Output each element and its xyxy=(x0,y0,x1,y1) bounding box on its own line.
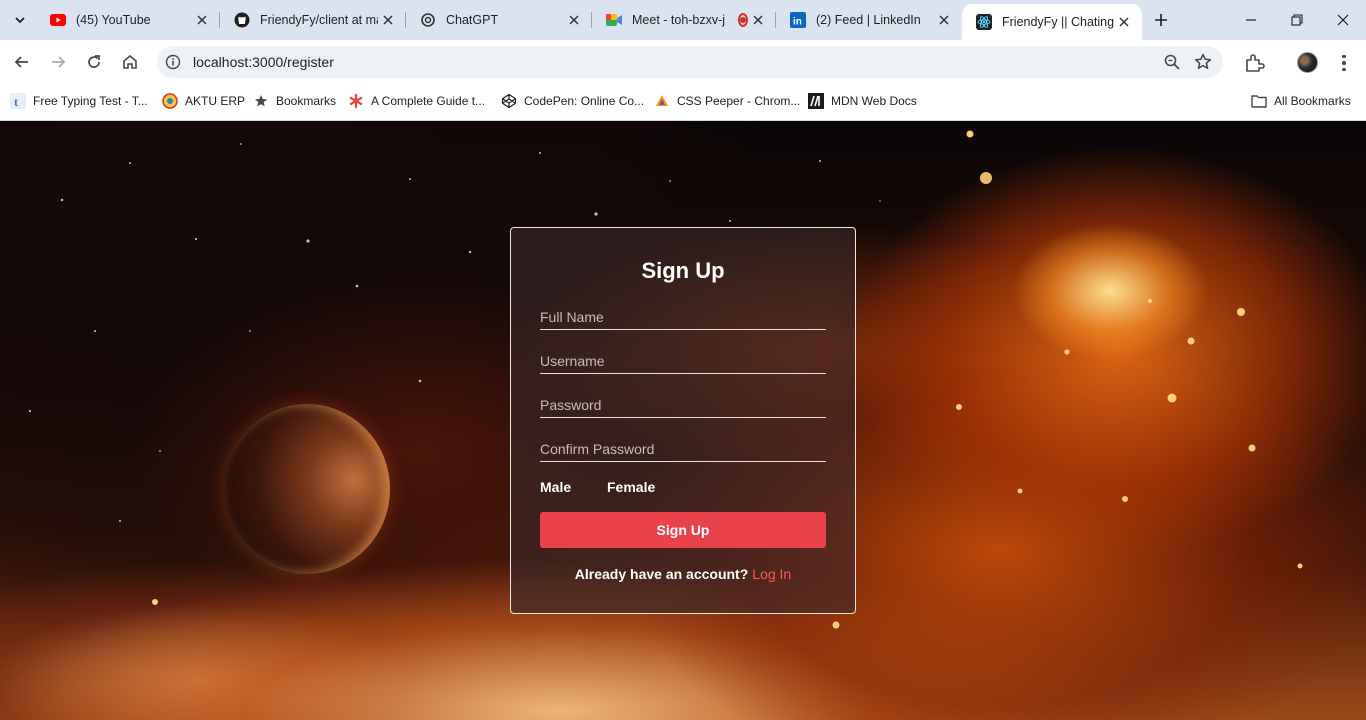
bookmark-label: CodePen: Online Co... xyxy=(524,94,645,108)
chevron-down-icon xyxy=(15,17,25,24)
chatgpt-icon xyxy=(420,12,436,28)
aktu-icon xyxy=(162,93,178,109)
google-meet-icon xyxy=(606,12,622,28)
bookmark-label: MDN Web Docs xyxy=(831,94,917,108)
tab-youtube[interactable]: (45) YouTube xyxy=(36,0,220,40)
close-tab-icon[interactable] xyxy=(378,10,398,30)
codepen-icon xyxy=(501,93,517,109)
tab-linkedin[interactable]: in (2) Feed | LinkedIn xyxy=(776,0,962,40)
info-icon[interactable] xyxy=(165,54,181,70)
tab-strip: (45) YouTube FriendyFy/client at ma Chat… xyxy=(0,0,1366,40)
restore-icon xyxy=(1291,14,1303,26)
bookmark-typing-test[interactable]: t Free Typing Test - T... xyxy=(10,92,148,110)
bookmark-star-icon[interactable] xyxy=(1193,52,1213,72)
svg-text:in: in xyxy=(793,17,802,28)
bookmark-label: A Complete Guide t... xyxy=(371,94,486,108)
asterisk-icon xyxy=(348,93,364,109)
close-icon xyxy=(1337,14,1349,26)
gender-female-option[interactable]: Female xyxy=(607,479,655,495)
restore-button[interactable] xyxy=(1274,0,1320,40)
tab-search-button[interactable] xyxy=(6,6,34,34)
close-window-button[interactable] xyxy=(1320,0,1366,40)
bookmark-css-peeper[interactable]: CSS Peeper - Chrom... xyxy=(654,92,800,110)
arrow-right-icon xyxy=(52,56,66,68)
bookmark-complete-guide[interactable]: A Complete Guide t... xyxy=(348,92,485,110)
bookmark-label: AKTU ERP xyxy=(185,94,246,108)
arrow-left-icon xyxy=(14,56,28,68)
css-peeper-icon xyxy=(654,93,670,109)
reload-button[interactable] xyxy=(80,48,108,76)
tab-title: FriendyFy || Chating A xyxy=(1002,15,1114,29)
linkedin-icon: in xyxy=(790,12,806,28)
plus-icon xyxy=(1155,14,1167,26)
page-background: Sign Up Male Female Sign Up Already have… xyxy=(0,121,1366,720)
close-tab-icon[interactable] xyxy=(564,10,584,30)
tab-title: Meet - toh-bzxv-j xyxy=(632,13,726,27)
tab-title: ChatGPT xyxy=(446,13,499,27)
home-icon xyxy=(123,54,137,69)
bookmark-label: Bookmarks xyxy=(276,94,337,108)
tab-friendyfy[interactable]: FriendyFy || Chating A xyxy=(962,4,1142,40)
confirm-password-input[interactable] xyxy=(540,436,826,462)
bookmark-folder-bookmarks[interactable]: Bookmarks xyxy=(253,92,336,110)
reload-icon xyxy=(88,55,100,68)
folder-icon xyxy=(1251,93,1267,109)
tab-chatgpt[interactable]: ChatGPT xyxy=(406,0,592,40)
bookmark-label: Free Typing Test - T... xyxy=(33,94,148,108)
login-prompt: Already have an account? Log In xyxy=(511,566,855,582)
all-bookmarks-label: All Bookmarks xyxy=(1274,94,1351,108)
tab-meet[interactable]: Meet - toh-bzxv-j xyxy=(592,0,776,40)
planet-decoration xyxy=(224,404,390,574)
star-icon xyxy=(253,93,269,109)
extensions-icon[interactable] xyxy=(1243,52,1265,74)
full-name-input[interactable] xyxy=(540,304,826,330)
browser-toolbar: localhost:3000/register xyxy=(0,40,1366,84)
home-button[interactable] xyxy=(116,48,144,76)
github-icon xyxy=(234,12,250,28)
url-text[interactable]: localhost:3000/register xyxy=(193,54,334,70)
tab-title: FriendyFy/client at ma xyxy=(260,13,378,27)
tab-github[interactable]: FriendyFy/client at ma xyxy=(220,0,406,40)
bookmark-aktu-erp[interactable]: AKTU ERP xyxy=(162,92,245,110)
bookmark-codepen[interactable]: CodePen: Online Co... xyxy=(501,92,644,110)
typing-test-icon: t xyxy=(10,93,26,109)
signup-card: Sign Up Male Female Sign Up Already have… xyxy=(510,227,856,614)
new-tab-button[interactable] xyxy=(1150,9,1172,31)
forward-button[interactable] xyxy=(44,48,72,76)
address-bar[interactable]: localhost:3000/register xyxy=(157,46,1223,78)
close-tab-icon[interactable] xyxy=(1114,12,1134,32)
browser-menu-button[interactable] xyxy=(1334,51,1354,75)
username-input[interactable] xyxy=(540,348,826,374)
youtube-icon xyxy=(50,12,66,28)
back-button[interactable] xyxy=(8,48,36,76)
password-input[interactable] xyxy=(540,392,826,418)
recording-icon xyxy=(738,13,748,27)
close-tab-icon[interactable] xyxy=(934,10,954,30)
tab-title: (2) Feed | LinkedIn xyxy=(816,13,921,27)
signup-title: Sign Up xyxy=(641,258,725,283)
minimize-icon xyxy=(1246,19,1256,21)
login-link[interactable]: Log In xyxy=(752,566,791,582)
mdn-icon xyxy=(808,93,824,109)
profile-avatar[interactable] xyxy=(1297,52,1318,73)
zoom-icon[interactable] xyxy=(1163,53,1181,71)
close-tab-icon[interactable] xyxy=(192,10,212,30)
bookmark-label: CSS Peeper - Chrom... xyxy=(677,94,801,108)
login-prompt-text: Already have an account? xyxy=(574,566,749,582)
minimize-button[interactable] xyxy=(1228,0,1274,40)
bookmarks-bar: t Free Typing Test - T... AKTU ERP Bookm… xyxy=(0,84,1366,121)
bookmark-mdn[interactable]: MDN Web Docs xyxy=(808,92,917,110)
svg-text:t: t xyxy=(14,95,18,109)
tab-title: (45) YouTube xyxy=(76,13,151,27)
gender-male-option[interactable]: Male xyxy=(540,479,571,495)
react-icon xyxy=(976,14,992,30)
close-tab-icon[interactable] xyxy=(748,10,768,30)
all-bookmarks-button[interactable]: All Bookmarks xyxy=(1251,92,1351,110)
signup-button[interactable]: Sign Up xyxy=(540,512,826,548)
